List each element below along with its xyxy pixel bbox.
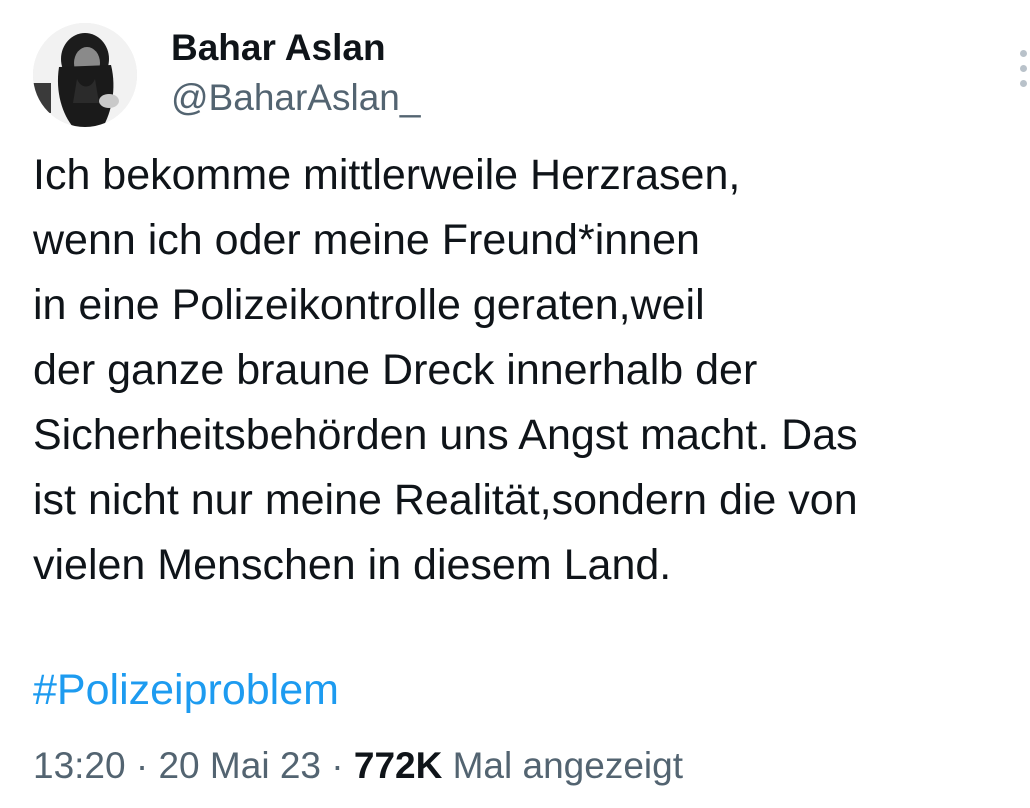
tweet-date[interactable]: 20 Mai 23 <box>158 745 321 786</box>
tweet-meta: 13:20 · 20 Mai 23 · 772K Mal angezeigt <box>33 742 683 790</box>
avatar[interactable] <box>33 23 137 127</box>
more-vertical-icon <box>1020 50 1027 57</box>
avatar-image <box>33 23 137 127</box>
tweet-text-line: der ganze braune Dreck innerhalb der <box>33 346 758 394</box>
tweet-text-line: wenn ich oder meine Freund*innen <box>33 216 700 264</box>
tweet-text-line: ist nicht nur meine Realität,sondern die… <box>33 476 858 524</box>
more-options-button[interactable] <box>1012 48 1030 88</box>
tweet: Bahar Aslan @BaharAslan_ Ich bekomme mit… <box>0 0 1030 808</box>
tweet-text-line: Ich bekomme mittlerweile Herzrasen, <box>33 151 741 199</box>
tweet-text-line: vielen Menschen in diesem Land. <box>33 541 672 589</box>
hashtag-link[interactable]: #Polizeiproblem <box>33 660 339 720</box>
meta-separator: · <box>331 745 354 786</box>
user-handle[interactable]: @BaharAslan_ <box>171 76 420 120</box>
tweet-text-line: in eine Polizeikontrolle geraten,weil <box>33 281 705 329</box>
meta-separator: · <box>135 745 159 786</box>
views-count: 772K <box>353 745 453 786</box>
tweet-text-line: Sicherheitsbehörden uns Angst macht. Das <box>33 411 858 459</box>
more-vertical-icon-dot <box>1020 65 1027 72</box>
more-vertical-icon-dot <box>1020 80 1027 87</box>
views-label: Mal angezeigt <box>452 745 683 786</box>
tweet-text: Ich bekomme mittlerweile Herzrasen, wenn… <box>33 143 1030 598</box>
display-name[interactable]: Bahar Aslan <box>171 26 386 70</box>
tweet-time[interactable]: 13:20 <box>33 745 126 786</box>
